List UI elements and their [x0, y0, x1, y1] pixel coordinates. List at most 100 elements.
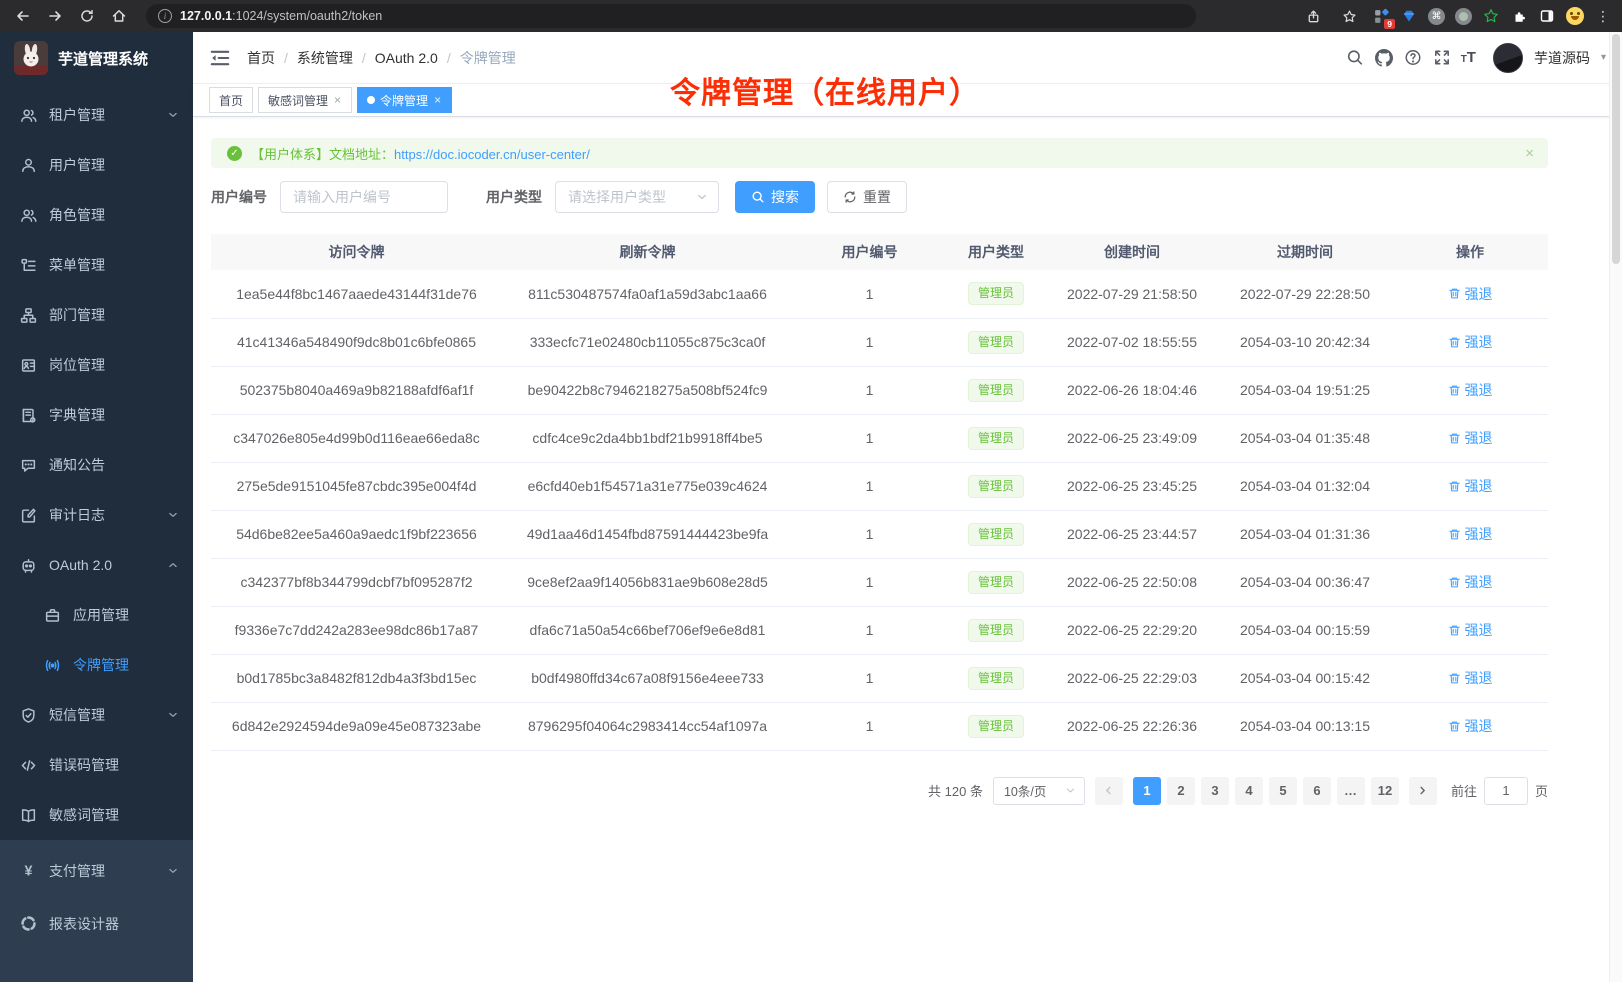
next-page-button[interactable] [1409, 777, 1437, 805]
page-number-6[interactable]: 6 [1303, 777, 1331, 805]
page-number-1[interactable]: 1 [1133, 777, 1161, 805]
user-id-cell: 1 [793, 318, 946, 366]
force-logout-button[interactable]: 强退 [1448, 476, 1493, 496]
browser-home-icon[interactable] [106, 3, 132, 29]
sidebar-item-tenant[interactable]: 租户管理 [0, 90, 193, 140]
sidebar-item-user[interactable]: 用户管理 [0, 140, 193, 190]
column-header: 操作 [1392, 234, 1548, 270]
force-logout-button[interactable]: 强退 [1448, 332, 1493, 352]
github-icon[interactable] [1374, 48, 1394, 68]
refresh-token-cell: cdfc4ce9c2da4bb1bdf21b9918ff4be5 [502, 414, 793, 462]
user-type-select[interactable]: 请选择用户类型 [555, 181, 719, 213]
tab-close-icon[interactable]: × [333, 93, 342, 107]
extension-sidepanel-icon[interactable] [1538, 7, 1556, 25]
alert-close-icon[interactable]: × [1525, 145, 1534, 162]
page-number-4[interactable]: 4 [1235, 777, 1263, 805]
address-bar[interactable]: i 127.0.0.1:1024/system/oauth2/token [146, 4, 1196, 28]
sidebar-item-post[interactable]: 岗位管理 [0, 340, 193, 390]
force-logout-button[interactable]: 强退 [1448, 620, 1493, 640]
browser-menu-icon[interactable]: ⋮ [1594, 8, 1612, 25]
extension-command-icon[interactable]: ⌘ [1428, 8, 1445, 25]
breadcrumb-item[interactable]: 系统管理 [297, 48, 353, 68]
extension-puzzle-icon[interactable] [1510, 7, 1528, 25]
expire-time-cell: 2054-03-04 00:36:47 [1218, 558, 1392, 606]
page-scrollbar[interactable] [1609, 32, 1622, 982]
search-button[interactable]: 搜索 [735, 181, 815, 213]
sidebar-item-oauth2[interactable]: OAuth 2.0 [0, 540, 193, 590]
sidebar-item-oauth2-app[interactable]: 应用管理 [0, 590, 193, 640]
force-logout-button[interactable]: 强退 [1448, 284, 1493, 304]
browser-back-icon[interactable] [10, 3, 36, 29]
app-logo-row[interactable]: 芋道管理系统 [0, 32, 193, 84]
page-size-select[interactable]: 10条/页 [993, 777, 1085, 805]
force-logout-button[interactable]: 强退 [1448, 668, 1493, 688]
user-type-badge: 管理员 [968, 282, 1024, 305]
scrollbar-thumb[interactable] [1612, 34, 1620, 264]
sidebar-item-role[interactable]: 角色管理 [0, 190, 193, 240]
extension-grid-icon[interactable]: 9 [1372, 7, 1390, 25]
prev-page-button[interactable] [1095, 777, 1123, 805]
tab-close-icon[interactable]: × [433, 93, 442, 107]
alert-text: 【用户体系】文档地址：https://doc.iocoder.cn/user-c… [251, 144, 590, 163]
tab-sensitive[interactable]: 敏感词管理× [258, 87, 352, 113]
sidebar-item-notice[interactable]: 通知公告 [0, 440, 193, 490]
sidebar-item-audit[interactable]: 审计日志 [0, 490, 193, 540]
force-logout-button[interactable]: 强退 [1448, 428, 1493, 448]
bookmark-star-icon[interactable] [1336, 3, 1362, 29]
doc-link[interactable]: https://doc.iocoder.cn/user-center/ [394, 147, 590, 162]
goto-page-input[interactable] [1484, 777, 1528, 805]
sidebar-item-pay[interactable]: ¥支付管理 [0, 844, 193, 897]
extension-star-icon[interactable] [1482, 7, 1500, 25]
sidebar-item-report[interactable]: 报表设计器 [0, 897, 193, 950]
force-logout-button[interactable]: 强退 [1448, 716, 1493, 736]
browser-reload-icon[interactable] [74, 3, 100, 29]
user-name[interactable]: 芋道源码 [1534, 48, 1590, 68]
chevron-down-icon[interactable]: ▾ [1601, 52, 1606, 63]
font-size-icon[interactable]: TT [1461, 49, 1476, 66]
sidebar-item-oauth2-token[interactable]: 令牌管理 [0, 640, 193, 690]
share-icon[interactable] [1300, 3, 1326, 29]
breadcrumb-item[interactable]: 首页 [247, 48, 275, 68]
tab-token[interactable]: 令牌管理× [357, 87, 452, 113]
extension-gem-icon[interactable] [1400, 7, 1418, 25]
force-logout-button[interactable]: 强退 [1448, 380, 1493, 400]
browser-profile-avatar[interactable] [1566, 7, 1584, 25]
fullscreen-icon[interactable] [1432, 48, 1452, 68]
page-number-5[interactable]: 5 [1269, 777, 1297, 805]
sidebar-toggle-icon[interactable] [209, 47, 231, 69]
sidebar-item-menu[interactable]: 菜单管理 [0, 240, 193, 290]
table-row: b0d1785bc3a8482f812db4a3f3bd15ecb0df4980… [211, 654, 1548, 702]
browser-forward-icon[interactable] [42, 3, 68, 29]
page-number-12[interactable]: 12 [1371, 777, 1399, 805]
user-id-input[interactable] [280, 181, 448, 213]
app-title: 芋道管理系统 [58, 48, 148, 69]
breadcrumb-separator: / [362, 50, 366, 66]
sidebar-item-label: OAuth 2.0 [49, 557, 112, 573]
page-number-2[interactable]: 2 [1167, 777, 1195, 805]
sidebar-item-label: 短信管理 [49, 705, 105, 725]
force-logout-button[interactable]: 强退 [1448, 524, 1493, 544]
goto-page: 前往 页 [1451, 777, 1548, 805]
refresh-token-cell: 333ecfc71e02480cb11055c875c3ca0f [502, 318, 793, 366]
sidebar-item-dict[interactable]: 字典管理 [0, 390, 193, 440]
search-icon[interactable] [1345, 48, 1365, 68]
expire-time-cell: 2054-03-10 20:42:34 [1218, 318, 1392, 366]
user-avatar[interactable] [1493, 43, 1523, 73]
force-logout-button[interactable]: 强退 [1448, 572, 1493, 592]
sidebar-item-errcode[interactable]: 错误码管理 [0, 740, 193, 790]
extension-dot-icon[interactable] [1455, 8, 1472, 25]
breadcrumb-item[interactable]: OAuth 2.0 [375, 50, 438, 66]
site-info-icon[interactable]: i [158, 9, 172, 23]
page-ellipsis[interactable]: … [1337, 777, 1365, 805]
sidebar-item-dept[interactable]: 部门管理 [0, 290, 193, 340]
column-header: 用户编号 [793, 234, 946, 270]
sidebar-item-sensitive[interactable]: 敏感词管理 [0, 790, 193, 840]
help-icon[interactable] [1403, 48, 1423, 68]
sidebar-item-sms[interactable]: 短信管理 [0, 690, 193, 740]
sensitive-icon [20, 807, 37, 824]
created-time-cell: 2022-06-25 22:29:20 [1046, 606, 1218, 654]
page-number-3[interactable]: 3 [1201, 777, 1229, 805]
trash-icon [1448, 576, 1461, 589]
reset-button[interactable]: 重置 [827, 181, 907, 213]
tab-home[interactable]: 首页 [209, 87, 253, 113]
